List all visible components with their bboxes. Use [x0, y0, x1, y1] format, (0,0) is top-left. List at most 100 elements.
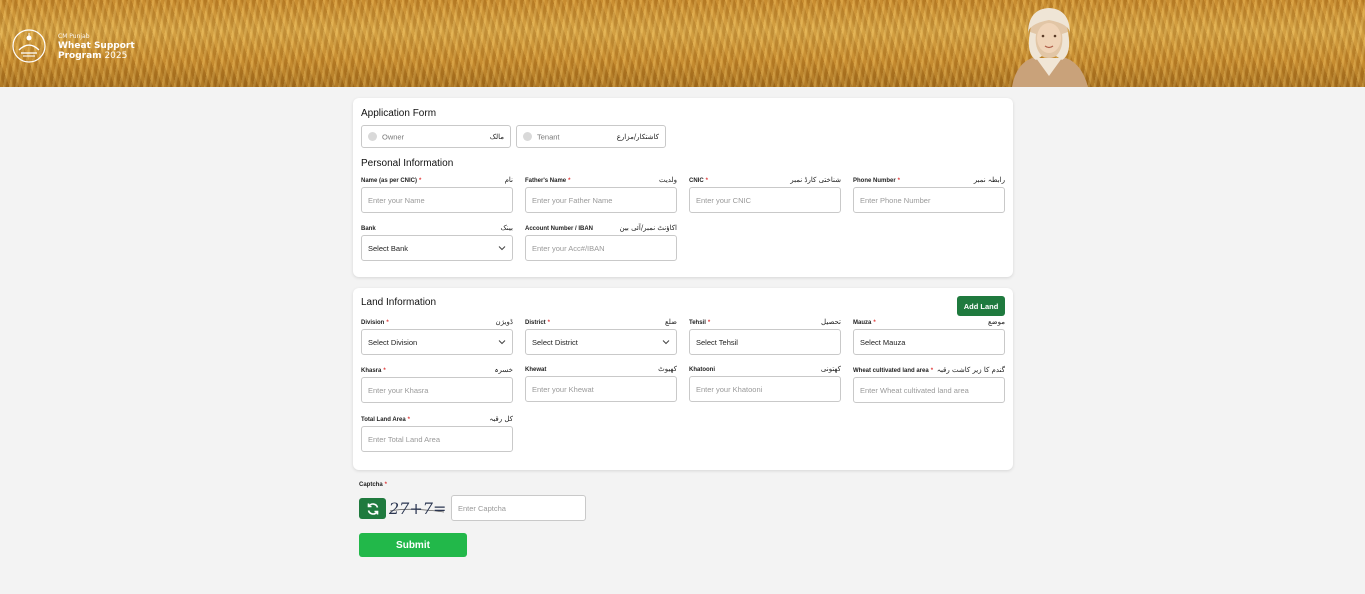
- punjab-logo-icon: [12, 29, 46, 63]
- name-label-text: Name (as per CNIC): [361, 178, 418, 184]
- program-kicker: CM Punjab: [58, 33, 90, 40]
- division-label-text: Division: [361, 320, 385, 326]
- owner-radio[interactable]: Owner مالک: [361, 125, 511, 148]
- bank-label: Bank: [361, 226, 376, 232]
- khatooni-input[interactable]: Enter your Khatooni: [689, 376, 841, 402]
- submit-button[interactable]: Submit: [359, 533, 467, 557]
- program-word: Program: [58, 51, 102, 61]
- district-label: District *: [525, 320, 550, 326]
- required-marker: *: [568, 178, 571, 184]
- application-form-card: Application Form Owner مالک Tenant کاشتک…: [353, 98, 1013, 277]
- name-field: Name (as per CNIC) * نام Enter your Name: [361, 174, 513, 213]
- name-input[interactable]: Enter your Name: [361, 187, 513, 213]
- phone-field: Phone Number * رابطہ نمبر Enter Phone Numb…: [853, 174, 1005, 213]
- account-field: Account Number / IBAN اکاؤنٹ نمبر/آئی بین…: [525, 222, 677, 261]
- cnic-field: CNIC * شناختی کارڈ نمبر Enter your CNIC: [689, 174, 841, 213]
- captcha-input[interactable]: Enter Captcha: [451, 495, 586, 521]
- application-form-title: Application Form: [361, 108, 437, 119]
- required-marker: *: [407, 417, 411, 423]
- phone-urdu-label: رابطہ نمبر: [973, 176, 1005, 184]
- tenant-radio[interactable]: Tenant کاشتکار/مزارع: [516, 125, 666, 148]
- mauza-select[interactable]: Select Mauza: [853, 329, 1005, 355]
- khatooni-urdu-label: کھتونی: [820, 365, 841, 373]
- bank-select-value: Select Bank: [368, 243, 409, 253]
- khewat-label: Khewat: [525, 367, 547, 373]
- tenant-radio-dot[interactable]: [523, 131, 532, 141]
- account-input[interactable]: Enter your Acc#/IBAN: [525, 235, 677, 261]
- captcha-refresh-button[interactable]: [359, 498, 386, 519]
- mauza-urdu-label: موضع: [987, 318, 1005, 326]
- refresh-icon: [367, 502, 378, 515]
- division-label: Division *: [361, 320, 389, 326]
- total-area-label: Total Land Area *: [361, 417, 410, 423]
- owner-urdu-label: مالک: [489, 132, 504, 141]
- khasra-field: Khasra * خسرہ Enter your Khasra: [361, 364, 513, 403]
- mauza-label-text: Mauza: [853, 320, 872, 326]
- required-marker: *: [547, 320, 551, 326]
- cnic-urdu-label: شناختی کارڈ نمبر: [790, 176, 841, 184]
- account-label: Account Number / IBAN: [525, 226, 594, 232]
- owner-radio-dot[interactable]: [368, 131, 377, 141]
- father-name-label-text: Father's Name: [525, 178, 567, 184]
- account-urdu-label: اکاؤنٹ نمبر/آئی بین: [619, 224, 677, 232]
- division-field: Division * ڈویژن Select Division: [361, 316, 513, 355]
- khewat-input[interactable]: Enter your Khewat: [525, 376, 677, 402]
- captcha-label: Captcha *: [359, 482, 387, 488]
- cnic-label: CNIC *: [689, 178, 708, 184]
- mauza-label: Mauza *: [853, 320, 876, 326]
- khasra-label-text: Khasra: [361, 368, 382, 374]
- tehsil-select[interactable]: Select Tehsil: [689, 329, 841, 355]
- required-marker: *: [386, 320, 389, 326]
- wheat-area-label: Wheat cultivated land area *: [853, 368, 933, 374]
- program-name-line1: Wheat Support: [58, 41, 135, 51]
- father-name-label: Father's Name *: [525, 178, 570, 184]
- tehsil-label-text: Tehsil: [689, 320, 706, 326]
- phone-input[interactable]: Enter Phone Number: [853, 187, 1005, 213]
- phone-label: Phone Number *: [853, 178, 900, 184]
- header-banner: CM Punjab Wheat Support Program 2025: [0, 0, 1365, 87]
- required-marker: *: [930, 368, 934, 374]
- wheat-area-field: Wheat cultivated land area * گندم کا زیر ک…: [853, 364, 1005, 403]
- district-urdu-label: ضلع: [665, 318, 677, 326]
- division-select[interactable]: Select Division: [361, 329, 513, 355]
- required-marker: *: [705, 178, 709, 184]
- district-field: District * ضلع Select District: [525, 316, 677, 355]
- cnic-input[interactable]: Enter your CNIC: [689, 187, 841, 213]
- khatooni-label: Khatooni: [689, 367, 715, 373]
- wheat-area-label-text: Wheat cultivated land area: [853, 368, 929, 374]
- required-marker: *: [419, 178, 422, 184]
- tenant-urdu-label: کاشتکار/مزارع: [616, 132, 659, 141]
- tehsil-field: Tehsil * تحصیل Select Tehsil: [689, 316, 841, 355]
- mauza-field: Mauza * موضع Select Mauza: [853, 316, 1005, 355]
- personal-information-title: Personal Information: [361, 158, 454, 169]
- program-title: CM Punjab Wheat Support Program 2025: [58, 33, 135, 61]
- wheat-area-input[interactable]: Enter Wheat cultivated land area: [853, 377, 1005, 403]
- district-select[interactable]: Select District: [525, 329, 677, 355]
- division-urdu-label: ڈویژن: [495, 318, 513, 326]
- father-name-input[interactable]: Enter your Father Name: [525, 187, 677, 213]
- tenant-label: Tenant: [537, 131, 560, 141]
- division-select-value: Select Division: [368, 337, 418, 347]
- total-area-field: Total Land Area * کل رقبہ Enter Total Land…: [361, 413, 513, 452]
- district-select-value: Select District: [532, 337, 578, 347]
- program-year: 2025: [104, 51, 128, 61]
- required-marker: *: [707, 320, 711, 326]
- bank-select[interactable]: Select Bank: [361, 235, 513, 261]
- khasra-urdu-label: خسرہ: [494, 366, 513, 374]
- total-area-input[interactable]: Enter Total Land Area: [361, 426, 513, 452]
- cnic-label-text: CNIC: [689, 178, 704, 184]
- required-marker: *: [873, 320, 876, 326]
- father-name-urdu-label: ولدیت: [658, 176, 677, 184]
- portrait-image: [1012, 8, 1088, 87]
- add-land-button[interactable]: Add Land: [957, 296, 1005, 316]
- captcha-image: 27+7=: [388, 499, 446, 518]
- khatooni-field: Khatooni کھتونی Enter your Khatooni: [689, 363, 841, 402]
- father-name-field: Father's Name * ولدیت Enter your Father Na…: [525, 174, 677, 213]
- chevron-down-icon: [498, 340, 506, 345]
- khasra-label: Khasra *: [361, 368, 386, 374]
- khasra-input[interactable]: Enter your Khasra: [361, 377, 513, 403]
- land-information-card: Land Information Add Land Division * ڈویژن…: [353, 288, 1013, 470]
- name-urdu-label: نام: [504, 176, 513, 184]
- captcha-label-text: Captcha: [359, 482, 383, 488]
- total-area-label-text: Total Land Area: [361, 417, 406, 423]
